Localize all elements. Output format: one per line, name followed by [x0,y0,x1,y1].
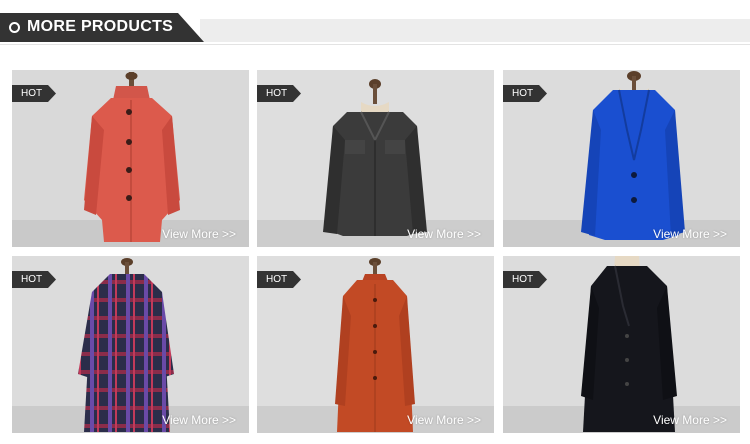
view-more-link[interactable]: View More >> [162,227,236,241]
product-card[interactable]: HOT View More >> [257,70,494,247]
header-tab: MORE PRODUCTS [0,13,204,42]
product-card[interactable]: HOT View More >> [12,70,249,247]
section-title: MORE PRODUCTS [27,18,174,35]
hot-badge: HOT [503,85,547,102]
hot-badge: HOT [257,271,301,288]
view-more-link[interactable]: View More >> [653,413,727,427]
hot-badge: HOT [12,85,56,102]
circle-icon [9,22,20,33]
section-header: MORE PRODUCTS [0,13,750,45]
product-card[interactable]: HOT View More >> [257,256,494,433]
view-more-link[interactable]: View More >> [162,413,236,427]
view-more-link[interactable]: View More >> [407,413,481,427]
header-strip [200,19,750,42]
hot-badge: HOT [12,271,56,288]
product-card[interactable]: HOT View More >> [503,70,740,247]
product-card[interactable]: HOT View More >> [12,256,249,433]
view-more-link[interactable]: View More >> [407,227,481,241]
header-divider [0,44,750,45]
product-card[interactable]: HOT View More >> [503,256,740,433]
hot-badge: HOT [257,85,301,102]
hot-badge: HOT [503,271,547,288]
view-more-link[interactable]: View More >> [653,227,727,241]
